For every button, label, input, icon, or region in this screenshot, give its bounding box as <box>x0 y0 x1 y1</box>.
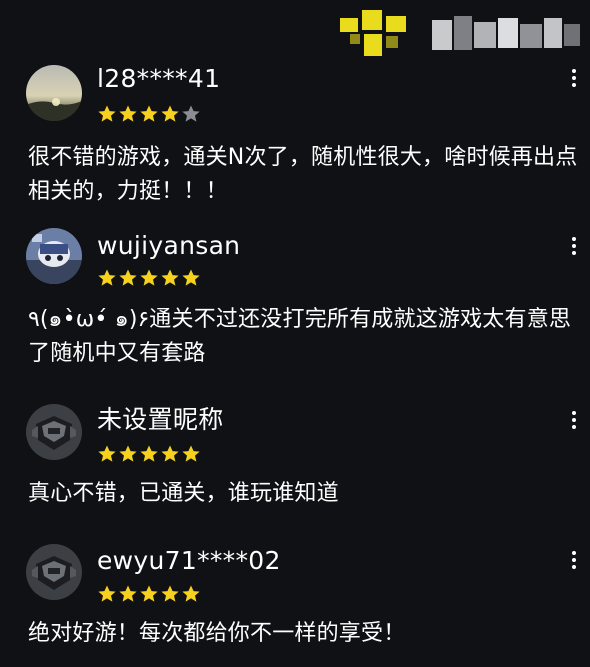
rating-stars <box>97 268 201 288</box>
blurred-title <box>432 14 582 54</box>
star-icon <box>182 585 200 602</box>
star-icon <box>161 269 179 286</box>
avatar[interactable] <box>26 404 82 460</box>
avatar[interactable] <box>26 65 82 121</box>
review-text: ٩(๑•̀ω•́ ๑)۶通关不过还没打完所有成就这游戏太有意思了随机中又有套路 <box>28 307 572 366</box>
rating-stars <box>97 584 201 604</box>
star-icon <box>182 105 200 122</box>
more-vertical-icon[interactable] <box>564 63 584 93</box>
star-icon <box>98 585 116 602</box>
review-text: 很不错的游戏，通关N次了，随机性很大，啥时候再出点相关的，力挺！！！ <box>28 145 578 204</box>
star-icon <box>119 585 137 602</box>
avatar[interactable] <box>26 544 82 600</box>
review-text: 绝对好游！每次都给你不一样的享受！ <box>28 621 406 646</box>
star-icon <box>119 105 137 122</box>
rating-stars <box>97 104 201 124</box>
star-icon <box>119 269 137 286</box>
star-icon <box>161 105 179 122</box>
avatar[interactable] <box>26 228 82 284</box>
star-icon <box>161 445 179 462</box>
star-icon <box>98 105 116 122</box>
star-icon <box>98 269 116 286</box>
blurred-logo <box>340 8 420 58</box>
more-vertical-icon[interactable] <box>564 545 584 575</box>
star-icon <box>140 269 158 286</box>
username[interactable]: 未设置昵称 <box>97 405 224 435</box>
username[interactable]: l28****41 <box>97 64 220 94</box>
star-icon <box>119 445 137 462</box>
star-icon <box>182 269 200 286</box>
username[interactable]: wujiyansan <box>97 231 240 261</box>
star-icon <box>140 105 158 122</box>
star-icon <box>182 445 200 462</box>
star-icon <box>140 445 158 462</box>
blurred-header <box>0 0 590 62</box>
star-icon <box>98 445 116 462</box>
more-vertical-icon[interactable] <box>564 405 584 435</box>
more-vertical-icon[interactable] <box>564 231 584 261</box>
review-text: 真心不错，已通关，谁玩谁知道 <box>28 481 339 506</box>
username[interactable]: ewyu71****02 <box>97 546 281 576</box>
star-icon <box>161 585 179 602</box>
rating-stars <box>97 444 201 464</box>
star-icon <box>140 585 158 602</box>
